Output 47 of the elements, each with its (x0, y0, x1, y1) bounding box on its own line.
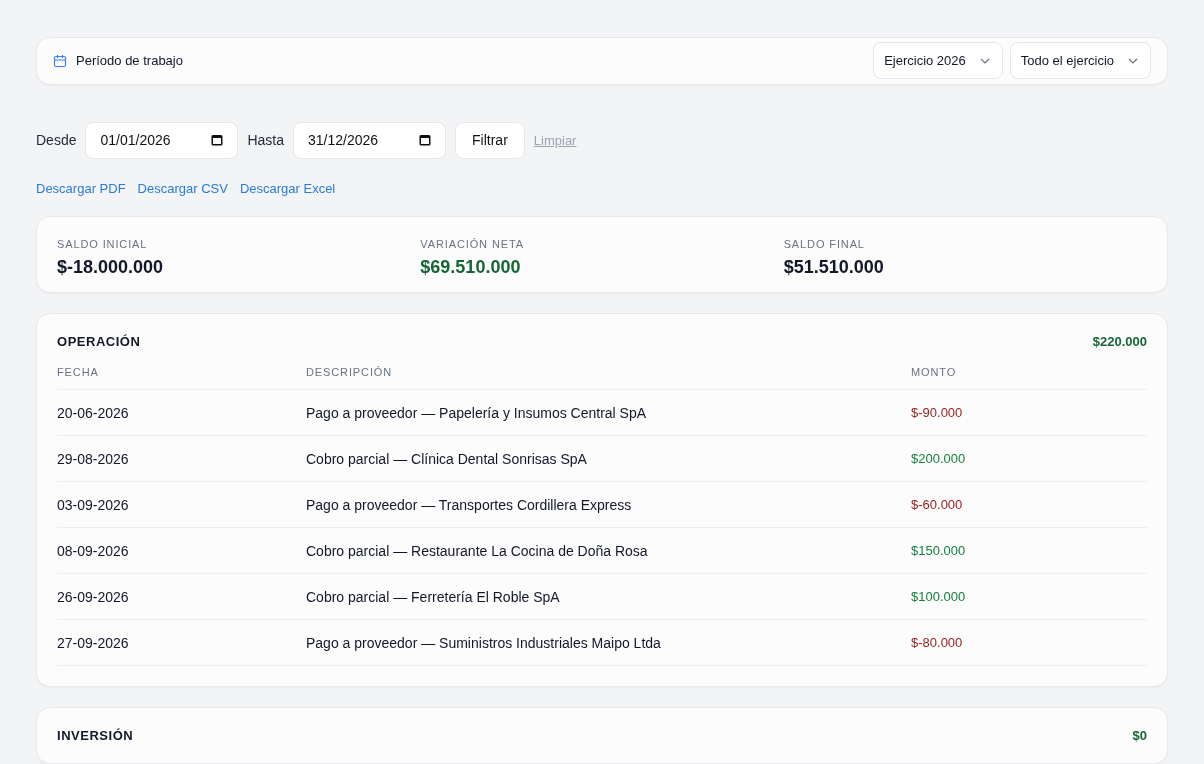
download-link[interactable]: Descargar PDF (36, 180, 126, 196)
description-cell-text: Cobro parcial — Restaurante La Cocina de Doña Rosa (306, 542, 649, 559)
amount-cell-text: $-90.000 (911, 405, 964, 420)
download-link[interactable]: Descargar CSV (137, 180, 228, 196)
summary-value: $51.510.000 (783, 256, 885, 278)
period-select[interactable]: Ejercicio 2026 (873, 42, 1003, 80)
description-cell-text: Cobro parcial — Clínica Dental Sonrisas SpA (306, 450, 588, 467)
column-header: FECHA (57, 366, 100, 378)
summary-label: SALDO INICIAL (57, 237, 149, 250)
calendar-icon[interactable] (419, 133, 432, 146)
section-total: $0 (1132, 728, 1147, 743)
summary-label: SALDO FINAL (783, 237, 866, 250)
column-header: DESCRIPCIÓN (306, 366, 394, 378)
summary-value: $-18.000.000 (57, 256, 165, 278)
to-label: Hasta (247, 132, 285, 149)
date-cell-text: 03-09-2026 (57, 496, 130, 513)
amount-cell-text: $-80.000 (911, 635, 964, 650)
date-cell-text: 27-09-2026 (57, 634, 130, 651)
date-cell-text: 20-06-2026 (57, 404, 130, 421)
date-cell-text: 08-09-2026 (57, 542, 130, 559)
period-select[interactable]: Todo el ejercicio (1009, 42, 1151, 80)
date-cell-text: 29-08-2026 (57, 450, 130, 467)
description-cell-text: Pago a proveedor — Suministros Industriales Maipo Ltda (306, 634, 662, 651)
section-total: $220.000 (1092, 334, 1147, 349)
to-date-field[interactable]: 31/12/2026 (293, 121, 447, 159)
from-date-field[interactable]: 01/01/2026 (85, 121, 239, 159)
summary-value: $69.510.000 (420, 256, 522, 278)
amount-cell-text: $-60.000 (911, 497, 964, 512)
calendar-icon (53, 53, 67, 68)
period-label: Período de trabajo (76, 53, 183, 69)
section-title: INVERSIÓN (57, 728, 134, 743)
download-link[interactable]: Descargar Excel (239, 180, 336, 196)
from-label: Desde (36, 132, 77, 149)
amount-cell-text: $200.000 (911, 451, 967, 466)
column-header: MONTO (911, 366, 958, 378)
summary-label: VARIACIÓN NETA (420, 237, 525, 250)
amount-cell-text: $150.000 (911, 543, 967, 558)
description-cell-text: Cobro parcial — Ferretería El Roble SpA (306, 588, 561, 605)
amount-cell-text: $100.000 (911, 589, 967, 604)
section-title: OPERACIÓN (57, 334, 141, 349)
date-cell-text: 26-09-2026 (57, 588, 130, 605)
description-cell-text: Pago a proveedor — Papelería y Insumos Central SpA (306, 404, 648, 421)
description-cell-text: Pago a proveedor — Transportes Cordillera Express (306, 496, 633, 513)
chevron-down-icon (979, 57, 990, 64)
calendar-icon[interactable] (211, 133, 224, 146)
filter-button[interactable]: Filtrar (455, 121, 525, 159)
chevron-down-icon (1128, 57, 1138, 64)
